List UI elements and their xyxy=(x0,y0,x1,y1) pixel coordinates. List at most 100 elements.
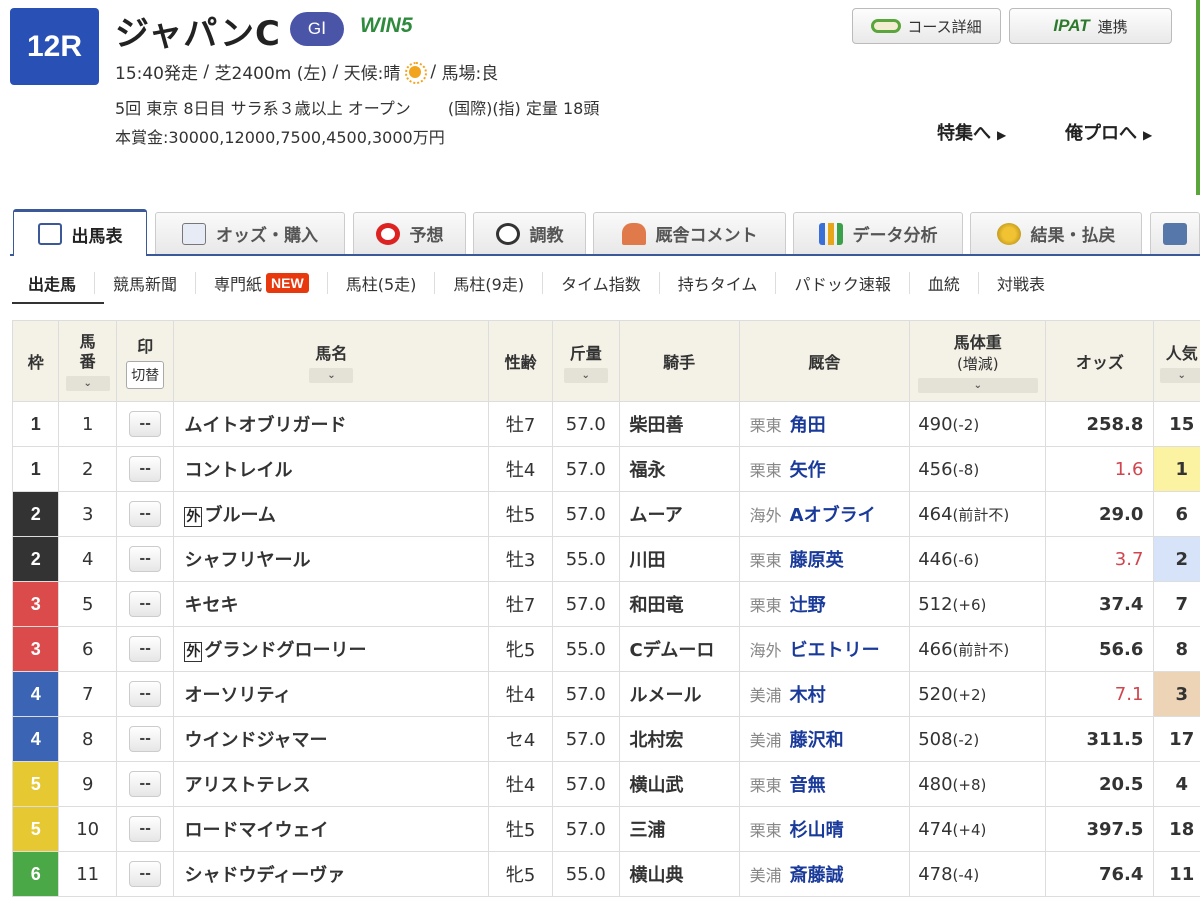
weight-value: 520 xyxy=(918,683,953,705)
umaban-cell: 2 xyxy=(58,446,117,492)
trainer-region: 海外 xyxy=(749,641,782,660)
tab-video[interactable] xyxy=(1150,212,1200,254)
mark-cell: -- xyxy=(115,626,175,672)
chevron-down-icon: ⌄ xyxy=(65,375,110,391)
col-umaban[interactable]: 馬番 ⌄ xyxy=(58,320,117,402)
col-weight[interactable]: 馬体重 (増減) ⌄ xyxy=(909,320,1047,402)
horse-name-link[interactable]: コントレイル xyxy=(173,446,490,492)
jockey-link[interactable]: 和田竜 xyxy=(618,581,740,627)
trainer-link[interactable]: 辻野 xyxy=(790,595,826,616)
table-row: 1 1 -- ムイトオブリガード 牡7 57.0 柴田善 栗東 角田 490(-2) 258.8 15 xyxy=(11,401,1200,447)
trainer-link[interactable]: 杉山晴 xyxy=(790,820,844,841)
waku-cell: 4 xyxy=(11,671,60,717)
mark-select-button[interactable]: -- xyxy=(129,771,162,797)
col-horse[interactable]: 馬名 ⌄ xyxy=(173,320,490,402)
horse-name-link[interactable]: 外ブルーム xyxy=(173,491,490,537)
triangle-right-icon: ▶ xyxy=(1143,128,1153,142)
horse-name-link[interactable]: アリストテレス xyxy=(173,761,490,807)
blog-link[interactable]: 俺プロへ ▶ xyxy=(1065,119,1152,145)
horse-name-link[interactable]: オーソリティ xyxy=(173,671,490,717)
jockey-link[interactable]: 柴田善 xyxy=(618,401,740,447)
mark-select-button[interactable]: -- xyxy=(129,456,162,482)
tab-prediction[interactable]: 予想 xyxy=(353,212,466,254)
mark-select-button[interactable]: -- xyxy=(129,411,162,437)
mark-toggle-button[interactable]: 切替 xyxy=(126,361,165,389)
weight-change: (+8) xyxy=(952,775,987,794)
trainer-link[interactable]: ビエトリー xyxy=(790,640,880,661)
kinryo-cell: 57.0 xyxy=(551,806,620,852)
kinryo-cell: 57.0 xyxy=(551,401,620,447)
subtab-past9[interactable]: 馬柱(9走) xyxy=(435,272,544,294)
mark-cell: -- xyxy=(115,581,175,627)
course-detail-button[interactable]: コース詳細 xyxy=(852,8,1001,44)
trainer-link[interactable]: 矢作 xyxy=(790,460,826,481)
horse-name-link[interactable]: シャドウディーヴァ xyxy=(173,851,490,897)
triangle-right-icon: ▶ xyxy=(997,128,1007,142)
subtab-matchup[interactable]: 対戦表 xyxy=(979,272,1063,294)
odds-cell: 37.4 xyxy=(1045,581,1155,627)
mark-select-button[interactable]: -- xyxy=(129,636,162,662)
target-icon xyxy=(375,222,400,245)
umaban-cell: 7 xyxy=(58,671,117,717)
subtab-paddock[interactable]: パドック速報 xyxy=(776,272,910,294)
tab-results[interactable]: 結果・払戻 xyxy=(970,212,1142,254)
bar-chart-icon xyxy=(818,222,843,245)
ninki-cell: 4 xyxy=(1153,761,1200,807)
mark-select-button[interactable]: -- xyxy=(129,546,162,572)
col-ninki[interactable]: 人気 ⌄ xyxy=(1153,320,1200,402)
trainer-link[interactable]: Aオブライ xyxy=(790,505,876,526)
horse-name-link[interactable]: ウインドジャマー xyxy=(173,716,490,762)
sexage-cell: 牡7 xyxy=(488,581,553,627)
kinryo-cell: 57.0 xyxy=(551,671,620,717)
jockey-link[interactable]: 横山武 xyxy=(618,761,740,807)
jockey-link[interactable]: ムーア xyxy=(618,491,740,537)
jockey-link[interactable]: 福永 xyxy=(618,446,740,492)
col-kinryo[interactable]: 斤量 ⌄ xyxy=(551,320,620,402)
mark-select-button[interactable]: -- xyxy=(129,681,162,707)
trainer-link[interactable]: 角田 xyxy=(790,415,826,436)
tab-stable-comment[interactable]: 厩舎コメント xyxy=(593,212,786,254)
tab-training[interactable]: 調教 xyxy=(473,212,586,254)
tab-shutuba[interactable]: 出馬表 xyxy=(13,209,147,256)
mark-select-button[interactable]: -- xyxy=(129,816,162,842)
trainer-link[interactable]: 藤沢和 xyxy=(790,730,844,751)
trainer-link[interactable]: 音無 xyxy=(790,775,826,796)
sexage-cell: 牡5 xyxy=(488,491,553,537)
course-distance: 芝2400m (左) xyxy=(214,64,328,84)
mark-select-button[interactable]: -- xyxy=(129,591,162,617)
trainer-link[interactable]: 藤原英 xyxy=(790,550,844,571)
weight-value: 478 xyxy=(918,863,953,885)
mark-cell: -- xyxy=(115,761,175,807)
trainer-cell: 海外 ビエトリー xyxy=(738,626,911,672)
subtab-past5[interactable]: 馬柱(5走) xyxy=(328,272,436,294)
subtab-time-index[interactable]: タイム指数 xyxy=(543,272,660,294)
subtab-newspaper[interactable]: 競馬新聞 xyxy=(95,272,197,294)
jockey-link[interactable]: 三浦 xyxy=(618,806,740,852)
col-mark: 印切替 xyxy=(115,320,175,402)
mark-select-button[interactable]: -- xyxy=(129,861,162,887)
mark-select-button[interactable]: -- xyxy=(129,726,162,752)
horse-name-link[interactable]: シャフリヤール xyxy=(173,536,490,582)
tab-odds[interactable]: オッズ・購入 xyxy=(155,212,345,254)
horse-name-link[interactable]: ロードマイウェイ xyxy=(173,806,490,852)
subtab-horses[interactable]: 出走馬 xyxy=(10,272,96,294)
kinryo-cell: 57.0 xyxy=(551,446,620,492)
subtab-pedigree[interactable]: 血統 xyxy=(910,272,979,294)
jockey-link[interactable]: 横山典 xyxy=(618,851,740,897)
jockey-link[interactable]: Cデムーロ xyxy=(618,626,740,672)
jockey-link[interactable]: 川田 xyxy=(618,536,740,582)
jockey-link[interactable]: ルメール xyxy=(618,671,740,717)
special-feature-link[interactable]: 特集へ ▶ xyxy=(937,119,1006,145)
trainer-link[interactable]: 斎藤誠 xyxy=(790,865,844,886)
horse-name-link[interactable]: ムイトオブリガード xyxy=(173,401,490,447)
horse-name-link[interactable]: キセキ xyxy=(173,581,490,627)
subtab-best-time[interactable]: 持ちタイム xyxy=(660,272,777,294)
trainer-link[interactable]: 木村 xyxy=(790,685,826,706)
odds-cell: 56.6 xyxy=(1045,626,1155,672)
horse-name-link[interactable]: 外グランドグローリー xyxy=(173,626,490,672)
tab-data-analysis[interactable]: データ分析 xyxy=(793,212,963,254)
subtab-expert-paper[interactable]: 専門紙 NEW xyxy=(196,272,328,294)
mark-select-button[interactable]: -- xyxy=(129,501,162,527)
jockey-link[interactable]: 北村宏 xyxy=(618,716,740,762)
ipat-link-button[interactable]: IPAT 連携 xyxy=(1009,8,1172,44)
